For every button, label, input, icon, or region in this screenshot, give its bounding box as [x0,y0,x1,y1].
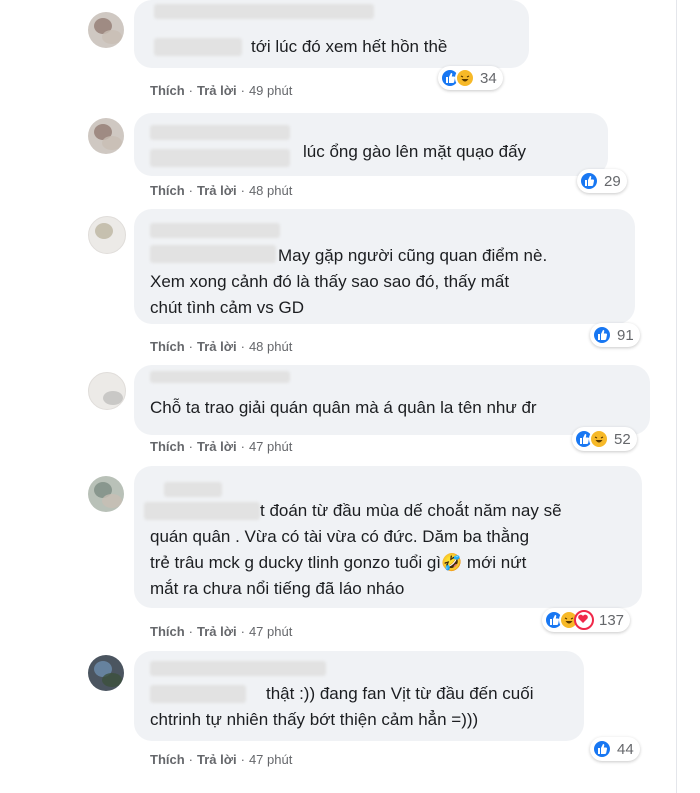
author-name-redacted[interactable] [150,125,290,140]
reaction-count: 52 [614,430,631,448]
reply-link[interactable]: Trả lời [197,83,237,98]
comment-actions: Thích · Trả lời · 48 phút [150,339,293,354]
care-reaction-icon [574,610,594,630]
comment-text: May gặp người cũng quan điểm nè. Xem xon… [150,246,548,317]
author-name-redacted[interactable] [150,371,290,383]
avatar[interactable] [88,12,124,48]
reaction-count: 29 [604,172,621,190]
timestamp[interactable]: 48 phút [249,183,292,198]
comment-bubble: tới lúc đó xem hết hồn thề [134,0,529,68]
comment-text: lúc ổng gào lên mặt quạo đấy [303,142,527,161]
reaction-count: 137 [599,611,625,629]
reaction-summary[interactable]: 44 [590,737,640,761]
comment-text: t đoán từ đầu mùa dế choắt năm nay sẽ qu… [150,501,562,598]
like-link[interactable]: Thích [150,83,185,98]
comment-actions: Thích · Trả lời · 48 phút [150,183,293,198]
comment-bubble: lúc ổng gào lên mặt quạo đấy [134,113,608,176]
reply-link[interactable]: Trả lời [197,183,237,198]
comment-actions: Thích · Trả lời · 47 phút [150,624,293,639]
reply-link[interactable]: Trả lời [197,624,237,639]
timestamp[interactable]: 47 phút [249,439,292,454]
comment-actions: Thích · Trả lời · 47 phút [150,752,293,767]
reply-link[interactable]: Trả lời [197,339,237,354]
timestamp[interactable]: 47 phút [249,624,292,639]
author-name-redacted[interactable] [150,223,280,238]
author-name-redacted[interactable] [154,4,374,19]
comment-actions: Thích · Trả lời · 47 phút [150,439,293,454]
thread-line [676,0,677,793]
comment-actions: Thích · Trả lời · 49 phút [150,83,293,98]
author-tag-redacted [154,38,242,56]
reaction-count: 34 [480,69,497,87]
author-tag-redacted [150,149,290,167]
avatar[interactable] [88,118,124,154]
comment-bubble: thật :)) đang fan Vịt từ đầu đến cuối ch… [134,651,584,741]
avatar[interactable] [88,476,124,512]
like-reaction-icon [592,325,612,345]
timestamp[interactable]: 49 phút [249,83,292,98]
comment-bubble: Chỗ ta trao giải quán quân mà á quân la … [134,365,650,435]
comment-text: Chỗ ta trao giải quán quân mà á quân la … [150,398,537,417]
comment-text: tới lúc đó xem hết hồn thề [251,37,448,56]
comment-bubble: May gặp người cũng quan điểm nè. Xem xon… [134,209,635,324]
reaction-count: 44 [617,740,634,758]
reaction-summary[interactable]: 137 [542,608,631,632]
like-reaction-icon [579,171,599,191]
avatar[interactable] [88,372,126,410]
reaction-summary[interactable]: 29 [577,169,627,193]
reaction-summary[interactable]: 91 [590,323,640,347]
haha-reaction-icon [589,429,609,449]
like-link[interactable]: Thích [150,339,185,354]
reply-link[interactable]: Trả lời [197,439,237,454]
like-link[interactable]: Thích [150,752,185,767]
like-reaction-icon [592,739,612,759]
author-name-redacted[interactable] [150,661,326,676]
haha-reaction-icon [455,68,475,88]
reaction-count: 91 [617,326,634,344]
reaction-summary[interactable]: 34 [438,66,503,90]
reply-link[interactable]: Trả lời [197,752,237,767]
like-link[interactable]: Thích [150,624,185,639]
comment-text: thật :)) đang fan Vịt từ đầu đến cuối ch… [150,684,534,729]
comment-bubble: t đoán từ đầu mùa dế choắt năm nay sẽ qu… [134,466,642,608]
avatar[interactable] [88,655,124,691]
avatar[interactable] [88,216,126,254]
author-name-redacted[interactable] [164,482,222,497]
reaction-summary[interactable]: 52 [572,427,637,451]
timestamp[interactable]: 48 phút [249,339,292,354]
like-link[interactable]: Thích [150,183,185,198]
timestamp[interactable]: 47 phút [249,752,292,767]
like-link[interactable]: Thích [150,439,185,454]
